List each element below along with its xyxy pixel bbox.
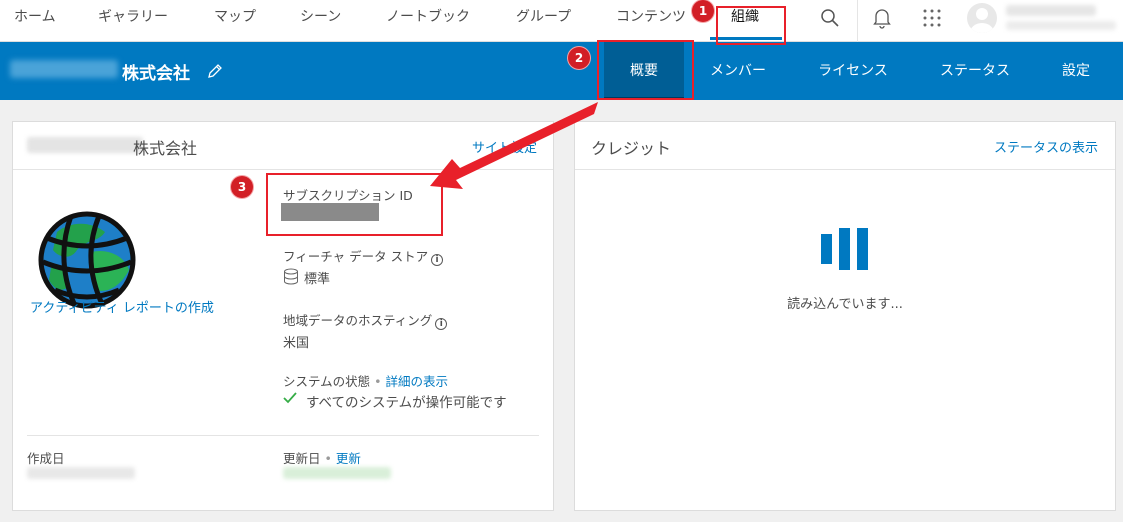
nav-gallery[interactable]: ギャラリー — [98, 0, 168, 42]
updated-date-redacted — [283, 467, 391, 479]
annotation-number-2: 2 — [568, 47, 590, 69]
system-status-row: システムの状態 • 詳細の表示 — [283, 371, 448, 390]
create-activity-report-link[interactable]: アクティビティ レポートの作成 — [30, 297, 214, 316]
card-header: クレジット ステータスの表示 — [575, 122, 1115, 170]
organization-logo — [37, 210, 137, 310]
subscription-id-value-redacted — [281, 203, 379, 221]
divider — [27, 435, 539, 436]
view-status-link[interactable]: ステータスの表示 — [994, 137, 1098, 156]
user-id-redacted — [1006, 21, 1116, 30]
nav-organization[interactable]: 組織 — [731, 0, 759, 42]
created-date-redacted — [27, 467, 135, 479]
apps-grid-icon[interactable] — [917, 4, 947, 32]
org-name: 株式会社 — [122, 64, 190, 84]
feature-store-value: 標準 — [304, 272, 331, 287]
pencil-icon[interactable] — [206, 62, 224, 80]
nav-map[interactable]: マップ — [214, 0, 256, 42]
info-icon[interactable]: i — [431, 254, 444, 266]
nav-home[interactable]: ホーム — [14, 0, 56, 42]
info-icon[interactable]: i — [435, 318, 448, 330]
nav-scene[interactable]: シーン — [300, 0, 341, 42]
organization-header-bar: 株式会社 概要 メンバー ライセンス ステータス 設定 — [0, 42, 1123, 100]
org-title-redacted — [27, 137, 143, 153]
search-icon[interactable] — [815, 4, 845, 32]
view-details-link[interactable]: 詳細の表示 — [386, 374, 449, 389]
separator-dot: • — [374, 374, 382, 389]
nav-divider — [857, 0, 858, 42]
tab-licenses[interactable]: ライセンス — [806, 42, 900, 100]
loading-indicator — [821, 228, 871, 270]
tab-settings[interactable]: 設定 — [1050, 42, 1102, 100]
card-title: クレジット — [591, 139, 672, 158]
annotation-number-1: 1 — [692, 0, 714, 22]
card-title: 株式会社 — [133, 139, 198, 158]
nav-groups[interactable]: グループ — [516, 0, 571, 42]
hosting-value: 米国 — [283, 336, 310, 351]
org-name-redacted — [10, 60, 118, 78]
hosting-label-text: 地域データのホスティング — [283, 313, 433, 328]
database-icon — [283, 268, 299, 285]
updated-date-label: 更新日 — [283, 451, 321, 466]
subscription-id-label: サブスクリプション ID — [283, 188, 413, 203]
separator-dot: • — [324, 451, 332, 466]
top-navigation: ホーム ギャラリー マップ シーン ノートブック グループ コンテンツ 組織 — [0, 0, 1123, 42]
user-name-redacted[interactable] — [1006, 5, 1096, 16]
nav-active-indicator — [710, 37, 782, 40]
system-status-value: すべてのシステムが操作可能です — [306, 395, 507, 411]
organization-overview-card: 株式会社 サイト設定 アクティビティ レポートの作成 サブスクリプション ID … — [12, 121, 554, 511]
feature-store-label: フィーチャ データ ストア i — [283, 246, 444, 266]
card-header: 株式会社 サイト設定 — [13, 122, 553, 170]
check-icon — [283, 392, 297, 404]
avatar[interactable] — [967, 3, 997, 33]
tab-status[interactable]: ステータス — [928, 42, 1022, 100]
site-settings-link[interactable]: サイト設定 — [472, 137, 537, 156]
system-status-label: システムの状態 — [283, 374, 371, 389]
update-link[interactable]: 更新 — [336, 451, 361, 466]
tab-members[interactable]: メンバー — [694, 42, 782, 100]
annotation-number-3: 3 — [231, 176, 253, 198]
hosting-label: 地域データのホスティング i — [283, 310, 448, 330]
credits-card: クレジット ステータスの表示 読み込んでいます... — [574, 121, 1116, 511]
feature-store-label-text: フィーチャ データ ストア — [283, 249, 429, 264]
nav-content[interactable]: コンテンツ — [616, 0, 686, 42]
created-date-label: 作成日 — [27, 451, 65, 466]
nav-notebook[interactable]: ノートブック — [386, 0, 470, 42]
bell-icon[interactable] — [867, 4, 897, 32]
updated-date-row: 更新日 • 更新 — [283, 448, 361, 467]
tab-overview[interactable]: 概要 — [604, 42, 684, 100]
loading-text: 読み込んでいます... — [787, 297, 903, 312]
